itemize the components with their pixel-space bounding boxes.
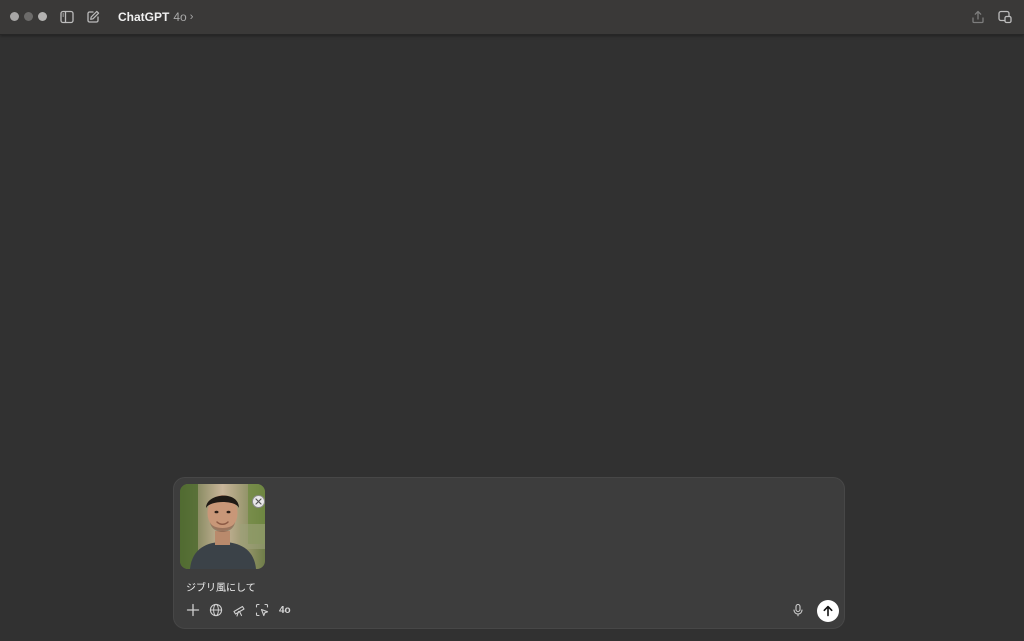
zoom-window-button[interactable] — [38, 12, 47, 21]
portrait-photo-thumbnail[interactable] — [180, 484, 265, 569]
microphone-icon[interactable] — [790, 602, 806, 618]
app-title: ChatGPT — [118, 10, 170, 24]
close-icon — [255, 498, 262, 505]
minimize-window-button[interactable] — [24, 12, 33, 21]
chevron-right-icon: › — [189, 11, 194, 23]
arrow-up-icon — [823, 605, 833, 617]
compose-icon[interactable] — [85, 9, 101, 25]
title-bar: ChatGPT 4o › — [0, 0, 1024, 35]
message-composer: ジブリ風にして 4o — [173, 477, 845, 629]
plus-icon[interactable] — [185, 602, 201, 618]
app-window: ChatGPT 4o › ジブリ風にして 4o — [0, 0, 1024, 641]
share-icon[interactable] — [970, 9, 986, 25]
send-button[interactable] — [817, 600, 839, 622]
close-window-button[interactable] — [10, 12, 19, 21]
model-tag[interactable]: 4o — [279, 605, 291, 616]
companion-window-icon[interactable] — [997, 9, 1013, 25]
model-selector[interactable]: ChatGPT 4o › — [118, 9, 193, 25]
model-label: 4o — [173, 10, 187, 24]
prompt-input[interactable]: ジブリ風にして — [186, 579, 256, 594]
screen-select-icon[interactable] — [254, 602, 270, 618]
telescope-icon[interactable] — [231, 602, 247, 618]
globe-icon[interactable] — [208, 602, 224, 618]
sidebar-toggle-icon[interactable] — [59, 9, 75, 25]
remove-attachment-button[interactable] — [252, 495, 265, 508]
